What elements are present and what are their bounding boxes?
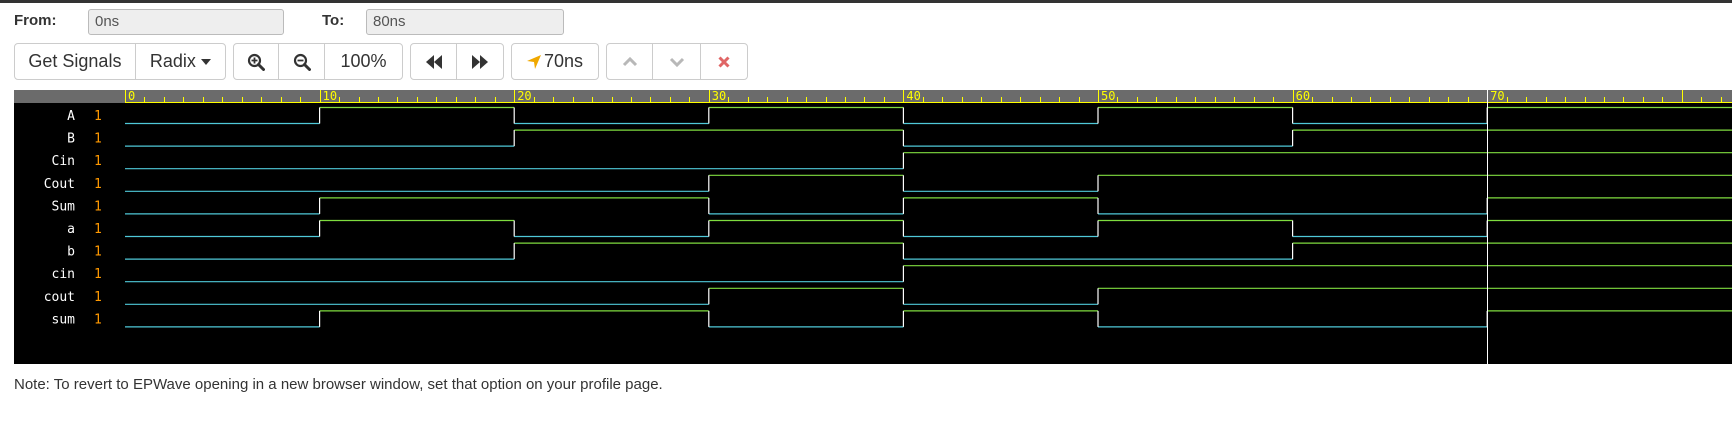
ruler-label: 20 [517,90,531,103]
from-label: From: [14,12,57,29]
get-signals-button[interactable]: Get Signals [15,44,136,79]
zoom-in-icon [248,53,266,71]
signal-value: 1 [94,132,102,147]
zoom-out-button[interactable] [279,44,325,79]
signal-value: 1 [94,199,102,214]
fast-backward-icon [425,54,442,69]
signal-name: b [67,245,75,260]
cursor-time-label: 70ns [543,51,584,71]
move-up-button[interactable] [607,44,654,79]
waveform-viewer[interactable]: 0 10 20 30 40 50 60 70 A 1 B 1 Cin 1 Cout 1 Sum 1 a 1 b 1 cin 1… [14,90,1732,364]
signal-name: B [67,132,75,147]
ruler-label: 30 [712,90,726,103]
ruler-background [14,90,1732,103]
ruler-label: 10 [323,90,337,103]
signal-name: a [67,222,75,237]
previous-edge-button[interactable] [411,44,458,79]
ruler-label: 40 [906,90,920,103]
radix-label: Radix [149,51,196,71]
signal-name: A [67,109,75,124]
signal-value: 1 [94,245,102,260]
radix-dropdown-button[interactable]: Radix [136,44,225,79]
signal-value: 1 [94,177,102,192]
waveform-canvas[interactable]: 0 10 20 30 40 50 60 70 A 1 B 1 Cin 1 Cout 1 Sum 1 a 1 b 1 cin 1… [14,90,1732,364]
signals-radix-group: Get Signals Radix [14,43,226,80]
cursor-group: 70ns [511,43,599,80]
signal-order-group [606,43,748,80]
signal-value: 1 [94,154,102,169]
top-border [0,0,1732,3]
from-time-input[interactable]: 0ns [88,9,284,35]
location-arrow-icon [526,54,541,69]
zoom-group: 100% [233,43,403,80]
zoom-out-icon [293,53,311,71]
signal-value: 1 [94,222,102,237]
zoom-in-button[interactable] [234,44,280,79]
signal-name: Cin [52,154,75,169]
fast-forward-icon [472,54,488,69]
zoom-level-label: 100% [340,51,387,71]
ruler-label: 70 [1490,90,1504,103]
caret-down-icon [200,58,211,65]
signal-name: Cout [44,177,75,192]
ruler-label: 0 [128,90,135,103]
signal-name: cin [52,267,75,282]
close-icon [718,55,730,68]
signal-name: cout [44,290,75,305]
signal-name: sum [52,312,76,327]
signal-value: 1 [94,312,102,327]
ruler-label: 50 [1101,90,1115,103]
footer-note: Note: To revert to EPWave opening in a n… [14,376,663,393]
get-signals-label: Get Signals [28,51,122,71]
zoom-level-button[interactable]: 100% [325,44,402,79]
move-down-button[interactable] [653,44,701,79]
signal-name: Sum [52,199,76,214]
to-time-input[interactable]: 80ns [366,9,564,35]
remove-signal-button[interactable] [701,44,747,79]
ruler-label: 60 [1296,90,1310,103]
signal-value: 1 [94,290,102,305]
next-edge-button[interactable] [457,44,503,79]
cursor-time-button[interactable]: 70ns [512,44,598,79]
edge-navigation-group [410,43,504,80]
chevron-down-icon [669,57,684,67]
signal-value: 1 [94,109,102,124]
chevron-up-icon [622,56,637,66]
signal-value: 1 [94,267,102,282]
to-label: To: [322,12,345,29]
